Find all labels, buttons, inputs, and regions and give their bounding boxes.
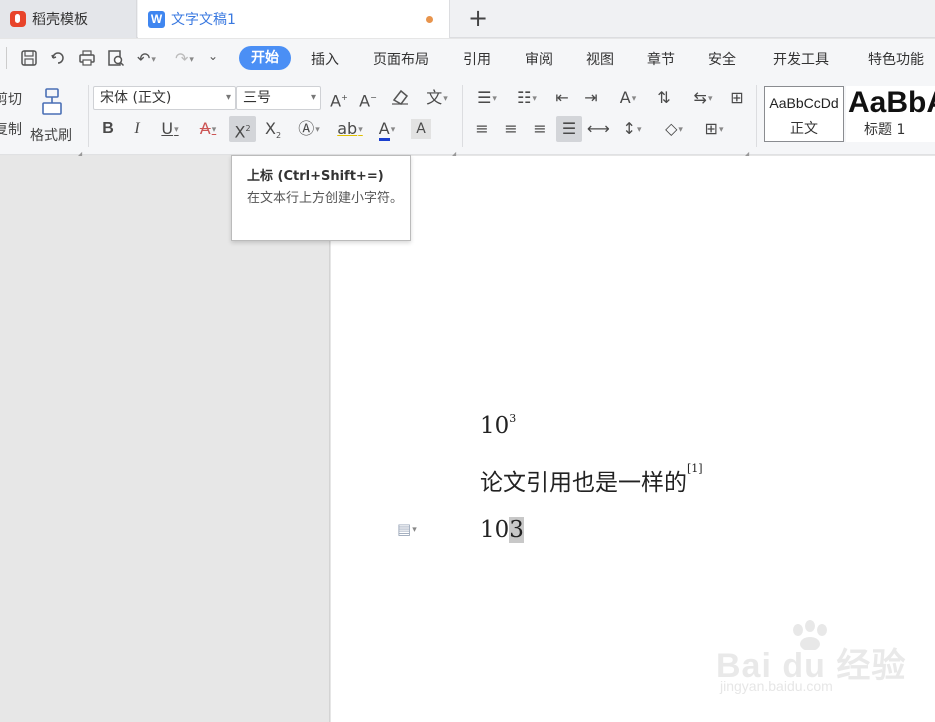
superscript-text: 3 (509, 412, 517, 425)
document-line-3: 103 (480, 517, 524, 543)
customize-quick-access-icon[interactable]: ⌄ (208, 49, 218, 63)
menu-insert[interactable]: 插入 (311, 49, 339, 69)
sort-icon[interactable]: ⇅ (653, 88, 675, 108)
superscript-icon[interactable]: X2 (229, 116, 256, 142)
document-line-1: 103 (480, 412, 517, 439)
wps-writer-icon: W (148, 10, 165, 28)
watermark-url: jingyan.baidu.com (720, 678, 833, 694)
copy-button[interactable]: 复制 (0, 121, 22, 139)
shading-icon[interactable]: ◇▾ (657, 119, 691, 140)
align-left-icon[interactable]: ≡ (471, 119, 493, 139)
menu-developer-tools[interactable]: 开发工具 (773, 49, 829, 69)
citation-superscript: [1] (687, 462, 703, 475)
ribbon-toolbar: 剪切 复制 格式刷 ◢ 宋体 (正文) 三号 A+ A− 文▾ B I U▾ A… (0, 79, 935, 159)
italic-icon[interactable]: I (128, 119, 146, 139)
tab-label: 文字文稿1 (171, 12, 236, 28)
bullet-list-icon[interactable]: ☰▾ (470, 88, 504, 109)
font-color-icon[interactable]: A▾ (372, 119, 402, 141)
format-painter-label: 格式刷 (30, 128, 72, 144)
divider (6, 47, 7, 69)
format-painter-icon (42, 88, 62, 115)
font-family-select[interactable]: 宋体 (正文) (93, 86, 236, 110)
clear-formatting-icon[interactable] (388, 88, 412, 111)
style-normal[interactable]: AaBbCcDd 正文 (764, 86, 844, 142)
base-text: 10 (480, 413, 510, 439)
subscript-icon[interactable]: X2 (261, 119, 285, 146)
bold-icon[interactable]: B (99, 119, 117, 139)
distributed-align-icon[interactable]: ⟷ (587, 119, 610, 139)
save-icon[interactable] (20, 49, 38, 71)
highlight-color-icon[interactable]: ab▾ (332, 119, 368, 140)
selected-text: 3 (509, 517, 524, 543)
tab-docer-templates[interactable]: 稻壳模板 (0, 0, 137, 38)
divider (756, 85, 757, 147)
style-name: 正文 (790, 121, 818, 137)
tab-document[interactable]: W 文字文稿1 (138, 0, 450, 38)
style-name: 标题 1 (864, 122, 906, 138)
align-center-icon[interactable]: ≡ (500, 119, 522, 139)
menu-special-features[interactable]: 特色功能 (868, 49, 924, 69)
table-of-contents-icon[interactable]: ⊞ (726, 88, 748, 108)
style-preview: AaBbA (848, 86, 935, 119)
menu-section[interactable]: 章节 (647, 49, 675, 69)
strikethrough-icon[interactable]: A▾ (193, 119, 223, 140)
text-direction-icon[interactable]: A▾ (611, 88, 645, 109)
cut-button[interactable]: 剪切 (0, 91, 22, 109)
menu-bar: ↶▾ ↷▾ ⌄ 开始 插入 页面布局 引用 审阅 视图 章节 安全 开发工具 特… (0, 39, 935, 79)
line-spacing-icon[interactable]: ↕▾ (615, 119, 649, 140)
new-tab-button[interactable]: + (468, 5, 488, 31)
title-bar: 稻壳模板 W 文字文稿1 + (0, 0, 935, 38)
document-line-2: 论文引用也是一样的[1] (480, 462, 703, 497)
redo-icon[interactable]: ↷▾ (175, 49, 194, 68)
paragraph-text: 论文引用也是一样的 (480, 470, 687, 496)
underline-icon[interactable]: U▾ (155, 119, 185, 140)
divider (88, 85, 89, 147)
menu-view[interactable]: 视图 (586, 49, 614, 69)
menu-security[interactable]: 安全 (708, 49, 736, 69)
justify-icon[interactable]: ☰ (556, 116, 582, 142)
numbered-list-icon[interactable]: ☷▾ (510, 88, 544, 109)
unsaved-indicator-icon (426, 16, 433, 23)
style-preview: AaBbCcDd (769, 95, 839, 111)
align-right-icon[interactable]: ≡ (529, 119, 551, 139)
tab-label: 稻壳模板 (32, 12, 88, 28)
decrease-font-size-icon[interactable]: A− (357, 88, 379, 111)
menu-home[interactable]: 开始 (239, 46, 291, 70)
increase-font-size-icon[interactable]: A+ (328, 88, 350, 111)
paragraph-handle-icon[interactable]: ▤▾ (397, 520, 417, 538)
undo-icon[interactable]: ↶▾ (137, 49, 156, 68)
superscript-tooltip: 上标 (Ctrl+Shift+=) 在文本行上方创建小字符。 (231, 155, 411, 241)
line-distribution-icon[interactable]: ⇆▾ (686, 88, 720, 109)
print-icon[interactable] (78, 49, 96, 71)
borders-icon[interactable]: ⊞▾ (697, 119, 731, 140)
divider (462, 85, 463, 147)
baidu-jingyan-watermark: Bai du 经验 jingyan.baidu.com (716, 620, 916, 700)
print-preview-icon[interactable] (107, 49, 125, 71)
base-text: 10 (480, 517, 510, 543)
font-size-select[interactable]: 三号 (236, 86, 321, 110)
style-heading-1[interactable]: AaBbA 标题 1 (846, 86, 935, 142)
docer-logo-icon (10, 11, 26, 27)
text-effects-icon[interactable]: Ⓐ▾ (293, 119, 325, 140)
export-icon[interactable] (50, 49, 68, 71)
menu-page-layout[interactable]: 页面布局 (373, 49, 429, 69)
decrease-indent-icon[interactable]: ⇤ (551, 88, 573, 108)
tooltip-description: 在文本行上方创建小字符。 (247, 191, 404, 206)
format-painter-button[interactable]: 格式刷 (28, 85, 78, 149)
increase-indent-icon[interactable]: ⇥ (580, 88, 602, 108)
menu-references[interactable]: 引用 (463, 49, 491, 69)
tooltip-title: 上标 (Ctrl+Shift+=) (247, 169, 384, 184)
phonetic-guide-icon[interactable]: 文▾ (421, 88, 453, 109)
character-shading-icon[interactable]: A (411, 119, 431, 139)
menu-review[interactable]: 审阅 (525, 49, 553, 69)
